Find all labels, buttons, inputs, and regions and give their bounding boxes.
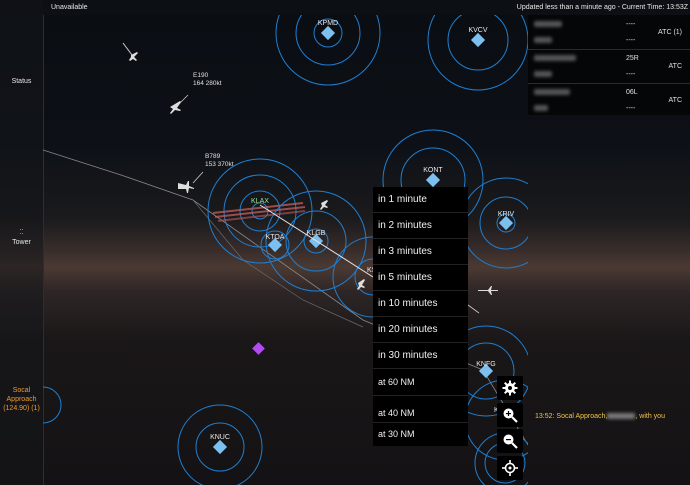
blurred-callsign (607, 413, 636, 420)
status-label[interactable]: Status (0, 78, 43, 85)
dropdown-item[interactable]: in 2 minutes (373, 213, 468, 239)
atc-type: ATC (668, 63, 682, 70)
airport-knuc[interactable]: KNUC (177, 404, 263, 485)
time-dropdown-menu: in 1 minute in 2 minutes in 3 minutes in… (373, 187, 468, 446)
airport-kvcv[interactable]: KVCV (427, 15, 528, 91)
aircraft-klax-dep[interactable] (320, 200, 328, 210)
blurred-text (534, 89, 570, 95)
aircraft-b789[interactable]: B789 153 370kt (178, 153, 234, 193)
atc-type: ATC (668, 97, 682, 104)
blurred-text (534, 71, 552, 77)
atc-panel: ---- ---- ATC (1) 25R ---- ATC 06L ---- … (528, 15, 690, 115)
airport-label-ktoa: KTOA (266, 234, 285, 241)
atc-freq: 25R (626, 55, 639, 62)
e190-type: E190 (193, 72, 209, 79)
airport-diamond-icon (425, 172, 441, 188)
blurred-text (534, 21, 562, 27)
chat-message: 13:52: Socal Approach, , with you (535, 413, 665, 420)
airport-diamond-icon (498, 215, 514, 231)
airport-klax[interactable]: KLAX (207, 158, 313, 264)
airplane-icon (478, 286, 498, 295)
dropdown-item[interactable]: in 10 minutes (373, 291, 468, 317)
airport-diamond-icon (470, 32, 486, 48)
airport-ktoa[interactable]: KTOA (260, 230, 290, 260)
aircraft-ks[interactable] (357, 279, 365, 290)
dropdown-item[interactable]: in 5 minutes (373, 265, 468, 291)
approach-label[interactable]: Socal Approach (124.90) (1) (0, 386, 43, 413)
airport-label-klax: KLAX (251, 198, 269, 205)
airport-diamond-icon (320, 25, 336, 41)
airport-label-kont: KONT (423, 167, 443, 174)
zoom-out-button[interactable] (497, 429, 523, 453)
center-button[interactable] (497, 456, 523, 480)
airport-ring-offscreen (43, 386, 62, 424)
airport-diamond-icon (212, 439, 228, 455)
airplane-icon (320, 200, 328, 210)
updated-text: Updated less than a minute ago - Current… (516, 4, 688, 11)
airport-label-knfg: KNFG (476, 361, 495, 368)
atc-row[interactable]: 06L ---- ATC (528, 83, 690, 117)
dropdown-item[interactable]: in 30 minutes (373, 343, 468, 369)
e190-info: 164 280kt (193, 80, 222, 87)
atc-freq: 06L (626, 89, 638, 96)
atc-sub: ---- (626, 71, 636, 78)
aircraft-e190[interactable]: E190 164 280kt (170, 72, 222, 114)
aircraft-right[interactable] (467, 286, 498, 314)
dropdown-item[interactable]: at 40 NM (373, 396, 468, 423)
airport-kpmd[interactable]: KPMD (275, 15, 381, 86)
settings-button[interactable] (497, 376, 523, 400)
blurred-text (534, 105, 548, 111)
airport-label-knuc: KNUC (210, 434, 230, 441)
dropdown-item[interactable]: in 3 minutes (373, 239, 468, 265)
zoom-in-icon (503, 408, 518, 423)
message-suffix: , with you (635, 413, 665, 420)
tower-icon: ⁚⁚ (19, 229, 24, 236)
airplane-icon (170, 101, 181, 114)
atc-row[interactable]: ---- ---- ATC (1) (528, 15, 690, 50)
atc-freq: ---- (626, 21, 636, 28)
aircraft-topleft[interactable] (122, 42, 138, 61)
airport-kriv[interactable]: KRIV (460, 177, 528, 269)
zoom-in-button[interactable] (497, 403, 523, 427)
top-bar: Unavailable Updated less than a minute a… (43, 0, 690, 15)
blurred-text (534, 55, 576, 61)
zoom-out-icon (503, 434, 518, 449)
airport-label-kvcv: KVCV (468, 27, 487, 34)
message-prefix: 13:52: Socal Approach, (535, 413, 608, 420)
airport-label-klgb: KLGB (307, 230, 326, 237)
atc-sub: ---- (626, 105, 636, 112)
b789-info: 153 370kt (205, 161, 234, 168)
purple-marker[interactable] (252, 342, 265, 355)
tower-label[interactable]: Tower (0, 239, 43, 246)
dropdown-item[interactable]: in 20 minutes (373, 317, 468, 343)
crosshair-icon (502, 460, 518, 476)
atc-type: ATC (1) (658, 29, 682, 36)
left-panel: Status ⁚⁚ Tower Socal Approach (124.90) … (0, 0, 44, 485)
atc-row[interactable]: 25R ---- ATC (528, 49, 690, 84)
airplane-icon (178, 181, 194, 193)
gear-icon (502, 380, 518, 396)
airport-label-kriv: KRIV (498, 211, 515, 218)
airplane-icon (357, 279, 365, 290)
b789-type: B789 (205, 153, 221, 160)
blurred-text (534, 37, 552, 43)
atc-sub: ---- (626, 37, 636, 44)
status-text: Unavailable (51, 4, 88, 11)
airport-label-kpmd: KPMD (318, 20, 338, 27)
dropdown-item[interactable]: at 30 NM (373, 423, 468, 446)
dropdown-item[interactable]: in 1 minute (373, 187, 468, 213)
dropdown-item[interactable]: at 60 NM (373, 369, 468, 396)
